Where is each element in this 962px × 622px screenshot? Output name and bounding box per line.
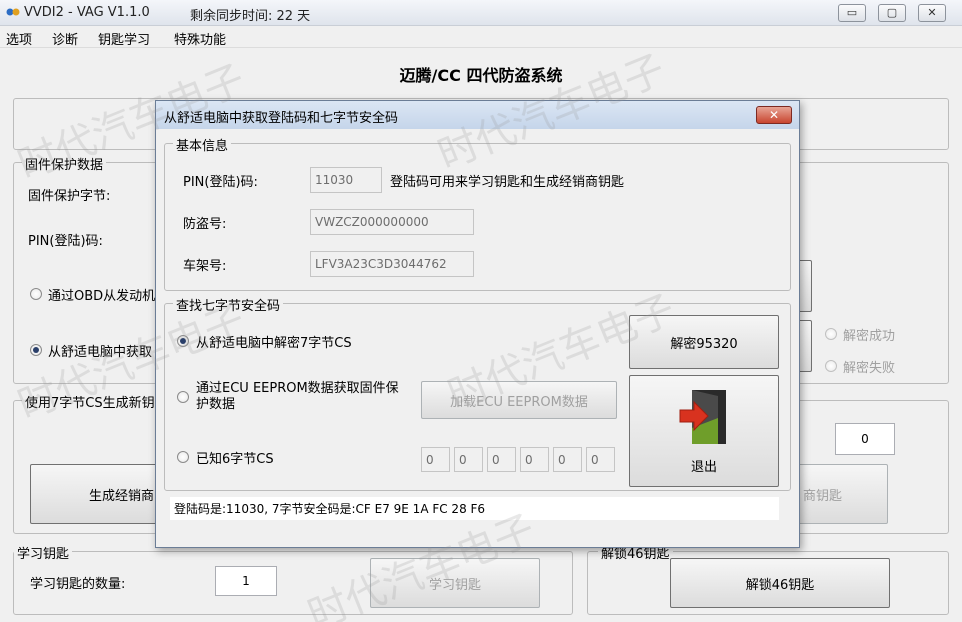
basic-info-group: 基本信息 — [164, 135, 791, 291]
radio-comfort[interactable] — [30, 344, 42, 356]
vin-field[interactable]: LFV3A23C3D3044762 — [310, 251, 474, 277]
page-title: 迈腾/CC 四代防盗系统 — [399, 66, 563, 85]
cs-byte-field[interactable]: 0 — [586, 447, 615, 472]
minimize-button[interactable]: ▭ — [838, 4, 866, 22]
radio-ecu-eeprom[interactable] — [177, 391, 189, 403]
learn-key-button[interactable]: 学习钥匙 — [370, 558, 540, 608]
learn-count-field[interactable]: 1 — [215, 566, 277, 596]
menu-special[interactable]: 特殊功能 — [174, 29, 226, 48]
dialog-title-bar: 从舒适电脑中获取登陆码和七字节安全码 ✕ — [156, 101, 799, 129]
window-title: VVDI2 - VAG V1.1.0 — [24, 5, 150, 20]
decrypt-success-label: 解密成功 — [843, 329, 896, 344]
load-eeprom-button[interactable]: 加载ECU EEPROM数据 — [421, 381, 617, 419]
decrypt-comfort-label: 从舒适电脑中解密7字节CS — [196, 336, 352, 351]
ecu-eeprom-label: 通过ECU EEPROM数据获取固件保护数据 — [196, 381, 399, 412]
unlock-46-key-button[interactable]: 解锁46钥匙 — [670, 558, 890, 608]
radio-decrypt-fail[interactable] — [825, 360, 837, 372]
app-logo-icon — [6, 8, 20, 16]
decrypt-fail-label: 解密失败 — [843, 361, 896, 376]
firmware-bytes-label: 固件保护字节: — [28, 189, 111, 204]
decrypt-dialog: 从舒适电脑中获取登陆码和七字节安全码 ✕ 基本信息 PIN(登陆)码: 1103… — [155, 100, 800, 548]
dealer-key-button-right[interactable]: 商钥匙 — [790, 464, 888, 524]
status-line: 登陆码是:11030, 7字节安全码是:CF E7 9E 1A FC 28 F6 — [170, 497, 779, 520]
radio-decrypt-success[interactable] — [825, 328, 837, 340]
exit-button[interactable]: 退出 — [629, 375, 779, 487]
known-cs-label: 已知6字节CS — [196, 452, 274, 467]
close-window-button[interactable]: ✕ — [918, 4, 946, 22]
radio-obd[interactable] — [30, 288, 42, 300]
cs-byte-field[interactable]: 0 — [553, 447, 582, 472]
cs-byte-field[interactable]: 0 — [520, 447, 549, 472]
radio-known-cs[interactable] — [177, 451, 189, 463]
dialog-title: 从舒适电脑中获取登陆码和七字节安全码 — [164, 111, 399, 126]
key-count-field[interactable]: 0 — [835, 423, 895, 455]
decrypt-button[interactable]: 解密95320 — [629, 315, 779, 369]
cs-byte-field[interactable]: 0 — [421, 447, 450, 472]
vin-label: 车架号: — [183, 259, 227, 274]
radio-obd-label: 通过OBD从发动机 — [48, 289, 156, 304]
menu-options[interactable]: 选项 — [6, 29, 32, 48]
immo-field[interactable]: VWZCZ000000000 — [310, 209, 474, 235]
cs-search-title: 查找七字节安全码 — [173, 295, 284, 314]
learn-count-label: 学习钥匙的数量: — [30, 577, 126, 592]
sync-time-label: 剩余同步时间: 22 天 — [190, 9, 311, 24]
firmware-group-title: 固件保护数据 — [22, 154, 107, 173]
dialog-pin-field[interactable]: 11030 — [310, 167, 382, 193]
exit-door-icon — [679, 389, 726, 444]
exit-label: 退出 — [690, 459, 717, 475]
menu-key-learn[interactable]: 钥匙学习 — [98, 29, 150, 48]
radio-decrypt-comfort[interactable] — [177, 335, 189, 347]
radio-comfort-label: 从舒适电脑中获取 — [48, 345, 153, 360]
cs-byte-field[interactable]: 0 — [454, 447, 483, 472]
dialog-close-button[interactable]: ✕ — [756, 106, 792, 124]
immo-label: 防盗号: — [183, 217, 227, 232]
learn-key-group-title: 学习钥匙 — [14, 543, 73, 562]
cs-key-group-title: 使用7字节CS生成新钥匙 — [22, 392, 171, 411]
cs-byte-field[interactable]: 0 — [487, 447, 516, 472]
menu-diagnose[interactable]: 诊断 — [52, 29, 78, 48]
menu-bar: 选项 诊断 钥匙学习 特殊功能 — [0, 26, 962, 48]
main-pin-label: PIN(登陆)码: — [28, 234, 103, 249]
pin-hint-text: 登陆码可用来学习钥匙和生成经销商钥匙 — [390, 175, 625, 190]
title-bar: VVDI2 - VAG V1.1.0 剩余同步时间: 22 天 ▭ ▢ ✕ — [0, 0, 962, 26]
basic-info-title: 基本信息 — [173, 135, 232, 154]
dialog-pin-label: PIN(登陆)码: — [183, 175, 258, 190]
maximize-button[interactable]: ▢ — [878, 4, 906, 22]
